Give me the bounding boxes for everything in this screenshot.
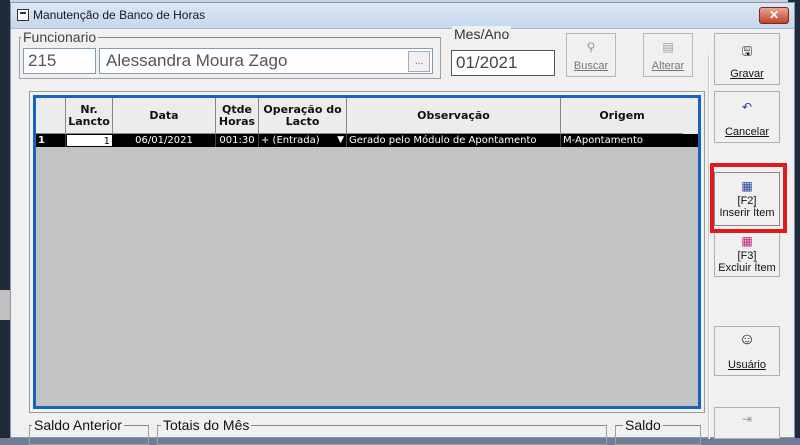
title-bar: Manutenção de Banco de Horas ✕: [11, 3, 794, 29]
banco-horas-window: Manutenção de Banco de Horas ✕ Funcionar…: [10, 2, 795, 445]
excluir-item-button[interactable]: ▦ [F3] Excluir Ítem: [714, 229, 780, 277]
alterar-label: Alterar: [651, 60, 685, 72]
grid-cell-row-number: 1: [36, 134, 66, 147]
grid-header-data[interactable]: Data: [113, 98, 216, 134]
grid-header-qtde-horas[interactable]: Qtde Horas: [216, 98, 259, 134]
totais-mes-legend: Totais do Mês: [161, 417, 252, 433]
grid-header-rowselector: [36, 98, 66, 134]
grid-header-origem[interactable]: Origem: [561, 98, 683, 134]
funcionario-lookup-button[interactable]: ...: [408, 51, 430, 72]
exit-door-icon: ⇥: [741, 412, 753, 426]
cancelar-label: Cancelar: [724, 126, 770, 138]
gravar-label: Gravar: [730, 68, 764, 80]
delete-row-icon: ▦: [741, 234, 753, 248]
excluir-item-label: Excluir Ítem: [718, 262, 776, 274]
lancamentos-grid: Nr. Lancto Data Qtde Horas Operação do L…: [33, 95, 701, 409]
mesano-input[interactable]: 01/2021: [451, 50, 555, 76]
cancelar-button[interactable]: ↶ Cancelar: [714, 91, 780, 143]
funcionario-name-input[interactable]: Alessandra Moura Zago: [99, 48, 433, 74]
grid-cell-origem[interactable]: M-Apontamento: [561, 134, 683, 147]
grid-cell-data[interactable]: 06/01/2021: [113, 134, 216, 147]
excluir-item-shortcut: [F3]: [737, 250, 757, 262]
background-app-left: [0, 0, 10, 438]
user-icon: ☺: [738, 331, 756, 348]
close-button[interactable]: ✕: [759, 7, 789, 24]
gravar-button[interactable]: 🖫 Gravar: [714, 33, 780, 85]
grid-cell-observacao[interactable]: Gerado pelo Módulo de Apontamento: [347, 134, 561, 147]
grid-cell-operacao[interactable]: + (Entrada) ▼: [259, 134, 347, 147]
grid-cell-operacao-value: + (Entrada): [261, 135, 320, 146]
window-title: Manutenção de Banco de Horas: [33, 8, 206, 22]
usuario-button[interactable]: ☺ Usuário: [714, 326, 780, 376]
saldo-legend: Saldo: [623, 417, 663, 433]
inserir-item-highlight: [710, 163, 787, 233]
funcionario-legend: Funcionario: [21, 29, 99, 45]
buscar-label: Buscar: [573, 60, 609, 72]
table-row[interactable]: 1 1 06/01/2021 001:30 + (Entrada) ▼ Gera…: [36, 134, 698, 147]
funcionario-code-input[interactable]: 215: [23, 48, 96, 74]
grid-cell-nr-lancto[interactable]: 1: [66, 134, 113, 147]
binoculars-icon: ⚲: [586, 40, 596, 54]
buscar-button[interactable]: ⚲ Buscar: [566, 33, 616, 77]
side-divider: [708, 55, 710, 439]
usuario-label: Usuário: [728, 359, 766, 371]
floppy-disk-icon: 🖫: [741, 44, 753, 58]
window-app-icon: [17, 9, 29, 21]
grid-header-nr-lancto[interactable]: Nr. Lancto: [66, 98, 113, 134]
window-content: Funcionario 215 Alessandra Moura Zago ..…: [11, 26, 794, 445]
grid-header-observacao[interactable]: Observação: [347, 98, 561, 134]
sair-button[interactable]: ⇥: [714, 407, 780, 439]
alterar-button[interactable]: ▤ Alterar: [643, 33, 693, 77]
dropdown-arrow-icon[interactable]: ▼: [337, 134, 344, 147]
mesano-legend: Mes/Ano: [452, 26, 512, 42]
grid-header-operacao[interactable]: Operação do Lacto: [259, 98, 347, 134]
grid-header: Nr. Lancto Data Qtde Horas Operação do L…: [36, 98, 698, 134]
undo-icon: ↶: [741, 100, 753, 114]
saldo-anterior-legend: Saldo Anterior: [32, 417, 124, 433]
edit-icon: ▤: [662, 40, 674, 54]
grid-cell-qtde-horas[interactable]: 001:30: [216, 134, 259, 147]
background-app-mark: [0, 290, 10, 320]
